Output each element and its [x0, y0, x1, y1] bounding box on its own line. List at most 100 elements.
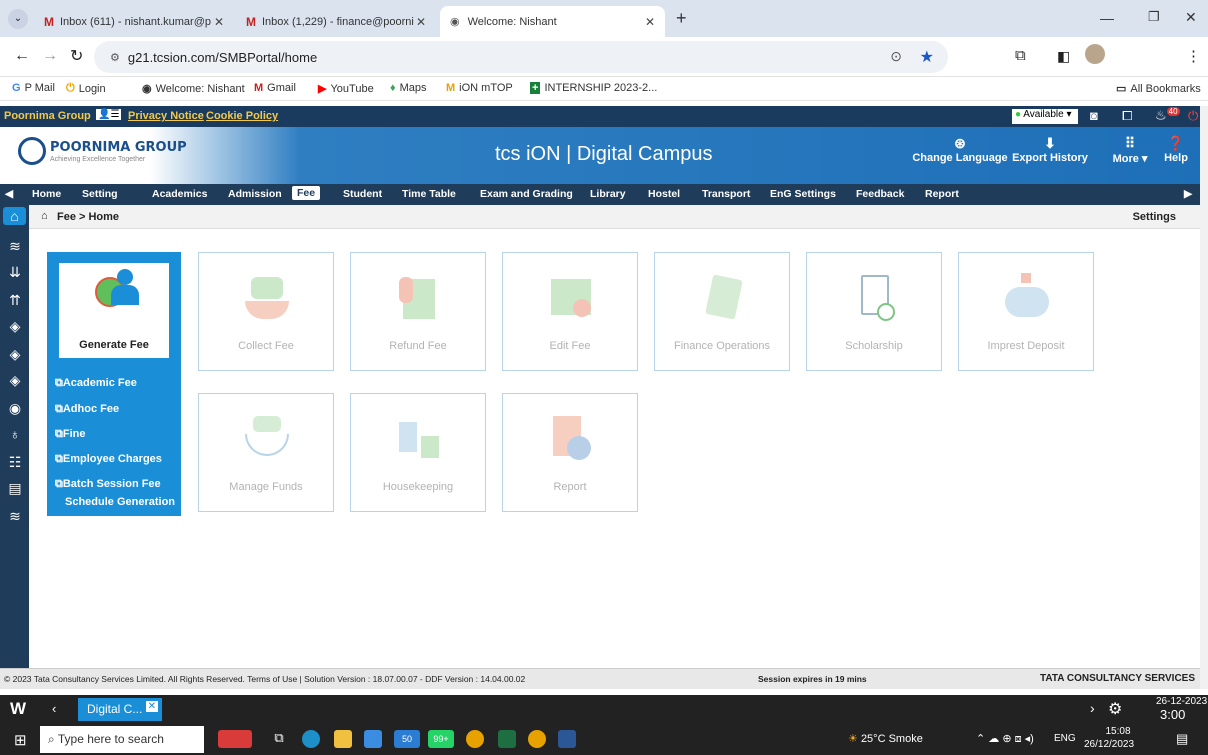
nav-library[interactable]: Library: [590, 188, 626, 200]
nav-feedback[interactable]: Feedback: [856, 188, 904, 200]
user-menu-icon[interactable]: 👤☰: [96, 109, 122, 120]
edge-icon[interactable]: [302, 730, 320, 748]
adhoc-fee-link[interactable]: ⧉Adhoc Fee: [55, 403, 119, 416]
refund-fee-tile[interactable]: Refund Fee: [350, 252, 486, 371]
nav-setting[interactable]: Setting: [82, 188, 118, 200]
site-info-icon[interactable]: ⚙: [110, 51, 120, 64]
location-icon[interactable]: ⊙: [890, 48, 902, 65]
minimize-icon[interactable]: —: [1100, 10, 1114, 26]
notification-icon[interactable]: ♨ 40: [1155, 107, 1180, 123]
sidepanel-icon[interactable]: ◧: [1057, 48, 1070, 65]
menu-icon[interactable]: ⋮: [1186, 47, 1201, 65]
taskbar-time[interactable]: 15:08: [1096, 726, 1140, 737]
schedule-generation-link[interactable]: Schedule Generation: [65, 496, 175, 508]
batch-session-fee-link[interactable]: ⧉Batch Session Fee: [55, 478, 161, 491]
weather-widget[interactable]: ☀ 25°C Smoke: [848, 732, 923, 745]
ledger-icon[interactable]: ▤: [6, 479, 24, 497]
teams-icon[interactable]: 50: [394, 730, 420, 748]
new-tab-icon[interactable]: +: [676, 8, 687, 29]
fee-stack-icon[interactable]: ≋: [6, 237, 24, 255]
imprest-deposit-tile[interactable]: Imprest Deposit: [958, 252, 1094, 371]
tab-inbox-finance[interactable]: M Inbox (1,229) - finance@poorni ✕: [236, 6, 436, 37]
bookmark-youtube[interactable]: ▶ YouTube: [318, 82, 374, 96]
chrome-profile-icon[interactable]: [528, 730, 546, 748]
person-key-icon[interactable]: ♁: [6, 425, 24, 443]
nav-academics[interactable]: Academics: [152, 188, 207, 200]
tag-icon[interactable]: ◈: [6, 317, 24, 335]
tab-search-icon[interactable]: ⌄: [8, 9, 28, 29]
close-task-icon[interactable]: ✕: [145, 701, 158, 712]
nav-exam-grading[interactable]: Exam and Grading: [480, 188, 573, 200]
bookmark-maps[interactable]: ♦ Maps: [390, 82, 427, 94]
bookmark-pmail[interactable]: GP Mail: [12, 82, 55, 94]
fine-link[interactable]: ⧉Fine: [55, 428, 85, 441]
help-button[interactable]: ❓ Help: [1160, 135, 1192, 164]
all-bookmarks[interactable]: ▭ All Bookmarks: [1116, 82, 1201, 96]
coin-icon[interactable]: ◉: [6, 399, 24, 417]
home-icon[interactable]: ⌂: [3, 207, 26, 225]
scholarship-tile[interactable]: Scholarship: [806, 252, 942, 371]
home-icon[interactable]: ⌂: [41, 210, 48, 222]
system-tray-icons[interactable]: ⌃ ☁ ⊕ ⧈ ◂): [976, 732, 1034, 746]
tab-inbox-nishant[interactable]: M Inbox (611) - nishant.kumar@p ✕: [34, 6, 234, 37]
chrome-icon[interactable]: [466, 730, 484, 748]
power-icon[interactable]: ⏻: [1188, 108, 1198, 124]
forward-icon[interactable]: →: [42, 47, 58, 65]
store-icon[interactable]: [364, 730, 382, 748]
screen-icon[interactable]: ⧠: [1122, 108, 1132, 124]
nav-eng-settings[interactable]: EnG Settings: [770, 188, 836, 200]
edit-fee-tile[interactable]: Edit Fee: [502, 252, 638, 371]
news-widget-icon[interactable]: [218, 730, 252, 748]
nav-home[interactable]: Home: [32, 188, 61, 200]
manage-funds-tile[interactable]: Manage Funds: [198, 393, 334, 512]
bookmark-internship[interactable]: + INTERNSHIP 2023-2...: [530, 82, 657, 94]
app-launcher-icon[interactable]: W: [10, 699, 26, 719]
fee-out-icon[interactable]: ⇈: [6, 291, 24, 309]
nav-transport[interactable]: Transport: [702, 188, 750, 200]
finance-operations-tile[interactable]: Finance Operations: [654, 252, 790, 371]
close-tab-icon[interactable]: ✕: [214, 15, 224, 29]
bookmark-star-icon[interactable]: ★: [920, 47, 934, 67]
chevron-right-icon[interactable]: ›: [1090, 700, 1095, 716]
reload-icon[interactable]: ↻: [70, 46, 83, 66]
address-bar[interactable]: ⚙ g21.tcsion.com/SMBPortal/home ⊙ ★: [94, 41, 948, 73]
export-history-button[interactable]: ⬇ Export History: [1010, 135, 1090, 164]
collect-fee-tile[interactable]: Collect Fee: [198, 252, 334, 371]
profile-avatar[interactable]: [1085, 44, 1105, 64]
fee-in-icon[interactable]: ⇊: [6, 263, 24, 281]
availability-select[interactable]: ● Available ▾: [1012, 109, 1078, 124]
report-tile[interactable]: Report: [502, 393, 638, 512]
taskbar-date[interactable]: 26/12/2023: [1084, 739, 1134, 750]
chevron-left-icon[interactable]: ‹: [52, 701, 56, 716]
bookmark-login[interactable]: ⏻ Login: [66, 82, 106, 95]
tag-icon[interactable]: ◈: [6, 371, 24, 389]
windows-start-icon[interactable]: ⊞: [14, 731, 27, 749]
generate-fee-tile[interactable]: Generate Fee: [59, 263, 169, 358]
nav-student[interactable]: Student: [343, 188, 382, 200]
word-icon[interactable]: [558, 730, 576, 748]
bookmark-gmail[interactable]: M Gmail: [254, 82, 296, 94]
academic-fee-link[interactable]: ⧉Academic Fee: [55, 377, 137, 390]
privacy-notice-link[interactable]: Privacy Notice: [128, 110, 204, 122]
employee-charges-link[interactable]: ⧉Employee Charges: [55, 453, 162, 466]
digital-campus-task[interactable]: Digital C... ✕: [78, 698, 162, 721]
coins-icon[interactable]: ≋: [6, 507, 24, 525]
file-explorer-icon[interactable]: [334, 730, 352, 748]
back-icon[interactable]: ←: [14, 47, 30, 65]
page-scrollbar[interactable]: [1200, 106, 1208, 689]
tab-welcome[interactable]: ◉ Welcome: Nishant ✕: [440, 6, 665, 37]
nav-scroll-left-icon[interactable]: ◀: [5, 188, 13, 200]
notifications-icon[interactable]: ▤: [1176, 731, 1188, 747]
cookie-policy-link[interactable]: Cookie Policy: [206, 110, 278, 122]
close-tab-icon[interactable]: ✕: [645, 15, 655, 29]
gears-icon[interactable]: ⚙: [1108, 699, 1122, 719]
restore-icon[interactable]: ❐: [1148, 9, 1160, 25]
nav-scroll-right-icon[interactable]: ▶: [1184, 188, 1192, 200]
camera-icon[interactable]: ◙: [1090, 108, 1098, 123]
task-view-icon[interactable]: ⧉: [270, 730, 288, 748]
extensions-icon[interactable]: ⧉: [1015, 47, 1026, 64]
close-tab-icon[interactable]: ✕: [416, 15, 426, 29]
settings-link[interactable]: Settings: [1133, 211, 1176, 223]
taskbar-search[interactable]: ⌕ Type here to search: [40, 726, 204, 753]
nav-admission[interactable]: Admission: [228, 188, 282, 200]
